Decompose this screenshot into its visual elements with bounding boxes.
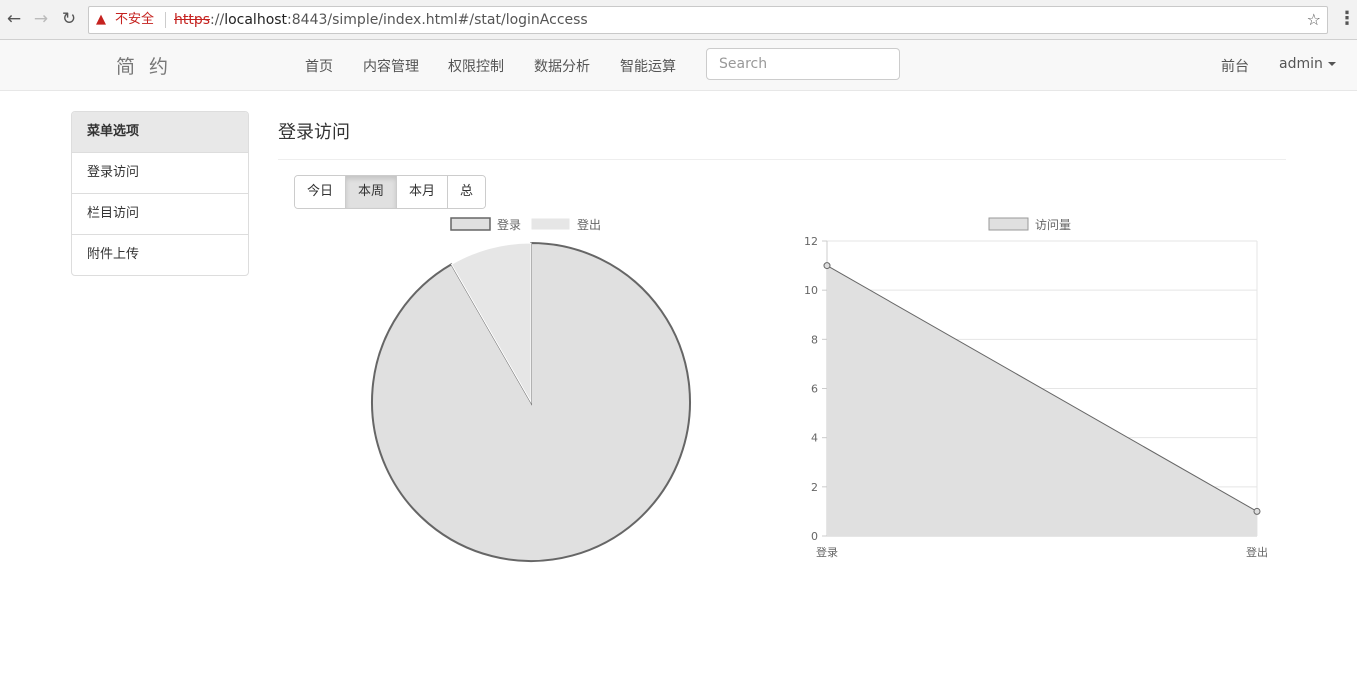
y-tick-label: 8: [811, 333, 818, 346]
area-chart: 访问量 0 2 4 6 8 10 12 登录 登出: [804, 217, 1268, 559]
y-tick-label: 2: [811, 481, 818, 494]
area-legend-label: 访问量: [1035, 218, 1071, 232]
data-point: [823, 262, 831, 270]
pie-legend-swatch-logout: [530, 217, 571, 231]
y-tick-label: 10: [804, 284, 818, 297]
x-tick-label: 登录: [816, 545, 838, 559]
y-tick-label: 6: [811, 383, 818, 396]
area-fill: [827, 265, 1257, 536]
pie-chart: 登录 登出: [371, 217, 691, 562]
pie-legend-label-logout: 登出: [577, 217, 601, 232]
area-legend-swatch: [988, 217, 1029, 231]
data-point: [1253, 507, 1261, 515]
y-tick-label: 0: [811, 530, 818, 543]
charts-canvas: 登录 登出 访问量 024681012登录 登出: [371, 217, 1268, 562]
pie-legend-label-login: 登录: [497, 217, 521, 232]
pie-legend-swatch-login: [450, 217, 491, 231]
x-tick-label: 登出: [1246, 545, 1268, 559]
y-tick-label: 4: [811, 432, 818, 445]
y-tick-label: 12: [804, 235, 818, 248]
